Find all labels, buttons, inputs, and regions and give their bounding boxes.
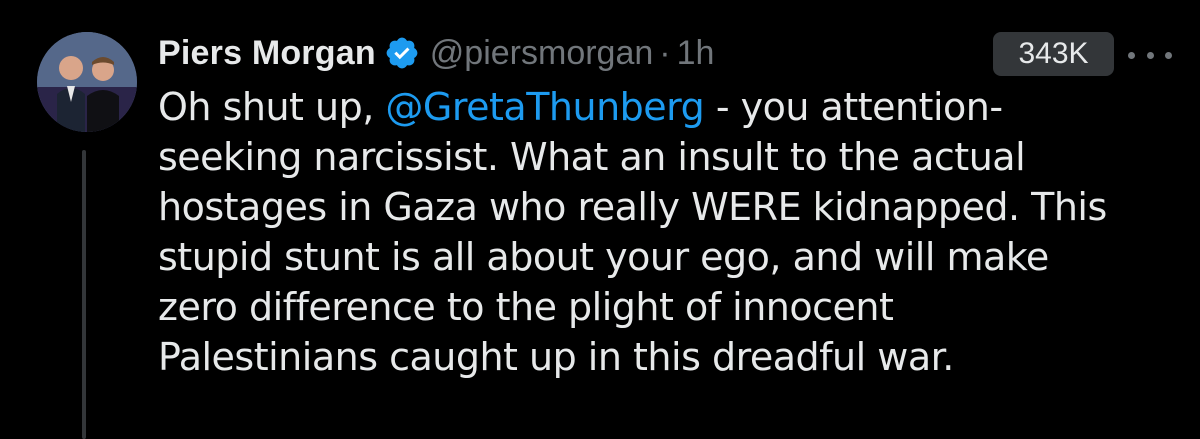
more-dot — [1128, 51, 1135, 59]
tweet-header: Piers Morgan @piersmorgan · 1h — [158, 28, 714, 78]
avatar[interactable] — [37, 32, 137, 132]
verified-badge-icon — [386, 37, 418, 69]
tweet-line: hostages in Gaza who really WERE kidnapp… — [158, 185, 1107, 229]
timestamp[interactable]: 1h — [677, 34, 715, 73]
author-handle[interactable]: @piersmorgan — [430, 34, 654, 73]
tweet-line: stupid stunt is all about your ego, and … — [158, 235, 1049, 279]
tweet-line: seeking narcissist. What an insult to th… — [158, 135, 1026, 179]
tweet-line: Palestinians caught up in this dreadful … — [158, 335, 954, 379]
separator-dot: · — [659, 33, 671, 72]
tweet-text-segment: Oh shut up, — [158, 85, 386, 129]
more-dot — [1165, 51, 1172, 59]
views-badge: 343K — [993, 32, 1114, 76]
tweet-line: Oh shut up, @GretaThunberg - you attenti… — [158, 82, 1188, 132]
tweet-text: Oh shut up, @GretaThunberg - you attenti… — [158, 82, 1188, 382]
mention-link[interactable]: @GretaThunberg — [385, 85, 704, 129]
display-name[interactable]: Piers Morgan — [158, 34, 376, 73]
avatar-photo — [37, 32, 137, 132]
more-dot — [1146, 51, 1154, 59]
tweet-line: zero difference to the plight of innocen… — [158, 285, 894, 329]
more-options-icon[interactable] — [1128, 40, 1172, 70]
tweet[interactable]: Piers Morgan @piersmorgan · 1h 343K Oh s… — [0, 0, 1200, 439]
tweet-text-segment: - you attention- — [704, 85, 1003, 129]
thread-line — [82, 150, 86, 439]
